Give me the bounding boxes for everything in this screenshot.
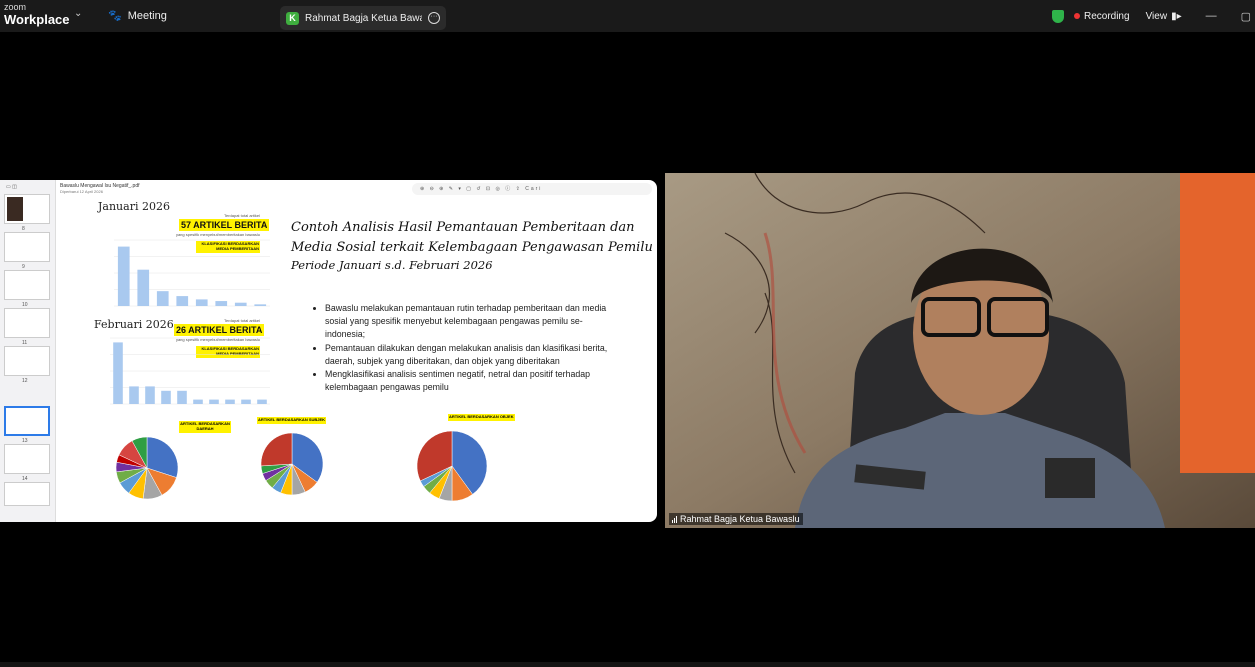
view-label: View [1145,10,1168,22]
thumbnail-page[interactable] [4,194,50,224]
feb-month-label: Februari 2026 [94,318,174,331]
chart-bar [161,390,171,404]
recording-dot-icon [1073,13,1080,19]
jan-total-note: Terdapat total artikel [223,213,260,218]
chart-bar [225,399,235,404]
chart-bar [156,291,169,306]
thumbnail-page[interactable] [4,232,50,262]
shared-screen: ▭ ◫ 8 9 10 11 12 13 14 Bawaslu Mengawal … [0,180,657,522]
chart-bar [117,246,130,306]
chart-bar [257,399,267,404]
bullet-item: Mengklasifikasi analisis sentimen negati… [325,368,621,394]
chart-bar [234,302,247,306]
participant-name: Rahmat Bagja Ketua Bawaslu [680,514,800,524]
pie-subjek [260,432,324,496]
pie-objek [416,430,488,502]
zoom-topbar: zoom Workplace ⌄ 🐾 Meeting K Rahmat Bagj… [0,0,1255,32]
thumbnail-page[interactable] [4,308,50,338]
chart-bar [177,390,187,404]
chart-bar [209,399,219,404]
pdf-toolbar[interactable]: ⊕ ⊖ ⊕ ✎ ▾ ▢ ↺ ⊡ ◎ ⓘ ⇪ Cari [412,183,652,195]
chart-bar [241,399,251,404]
participant-name-tag: Rahmat Bagja Ketua Bawaslu [669,513,803,525]
pie-daerah [115,436,179,500]
chart-bar [193,399,203,404]
chest-badge [1045,458,1095,498]
share-tab-badge: K [286,11,299,25]
slide-period: Periode Januari s.d. Februari 2026 [291,258,493,272]
thumbnail-page[interactable] [4,270,50,300]
bottom-bar [0,662,1255,667]
participant-video[interactable]: Rahmat Bagja Ketua Bawaslu [665,173,1255,528]
orange-banner [1180,173,1255,473]
restore-icon[interactable]: ▢ [1241,10,1251,23]
feb-bar-chart [110,337,270,405]
view-grid-icon: ▮▸ [1171,10,1182,22]
bullet-item: Bawaslu melakukan pemantauan rutin terha… [325,302,621,342]
recording-indicator[interactable]: Recording [1073,10,1130,22]
bullet-item: Pemantauan dilakukan dengan melakukan an… [325,342,621,368]
pie-label-subjek: ARTIKEL BERDASARKAN SUBJEK [257,417,327,424]
right-controls: Recording View ▮▸ — ▢ [1051,6,1255,26]
pdf-subtitle: Diperbarui 12 April 2026 [60,189,103,194]
minimize-icon[interactable]: — [1206,10,1217,22]
chart-bar [113,342,123,404]
meeting-label: Meeting [127,9,167,22]
pie-label-daerah: ARTIKEL BERDASARKAN DAERAH [179,421,231,433]
screen-share-tab[interactable]: K Rahmat Bagja Ketua Bawaslu's sc ··· [280,6,446,30]
jan-bar-chart [114,239,270,307]
thumbnail-page[interactable] [4,482,50,506]
slide-title-line1: Contoh Analisis Hasil Pemantauan Pemberi… [291,220,635,235]
more-icon[interactable]: ··· [428,12,440,24]
slide-title-line2: Media Sosial terkait Kelembagaan Pengawa… [291,240,653,256]
recording-label: Recording [1083,10,1130,22]
meeting-menu[interactable]: 🐾 Meeting [108,9,167,23]
thumbnail-number: 12 [22,378,28,384]
logo-small-text: zoom [4,2,27,12]
chart-bar [137,269,150,306]
pie-label-objek: ARTIKEL BERDASARKAN OBJEK [448,414,515,421]
share-tab-label: Rahmat Bagja Ketua Bawaslu's sc [305,12,422,24]
jan-article-count: 57 ARTIKEL BERITA [179,219,270,231]
thumbnail-header: ▭ ◫ [6,184,17,190]
thumbnail-page[interactable] [4,346,50,376]
pdf-thumbnail-sidebar: ▭ ◫ 8 9 10 11 12 13 14 [0,180,56,522]
chart-bar [176,296,189,306]
chart-bar [215,301,228,306]
view-button[interactable]: View ▮▸ [1146,11,1182,22]
slide-bullets: Bawaslu melakukan pemantauan rutin terha… [311,302,621,394]
security-shield-icon[interactable] [1051,9,1064,23]
chevron-down-icon[interactable]: ⌄ [74,8,82,19]
feb-total-note: Terdapat total artikel [223,318,260,323]
chart-bar [129,386,139,404]
logo-big-text: Workplace [4,12,70,27]
chart-bar [195,299,208,306]
pie-slice [260,432,293,467]
speaker-video-frame [665,173,1255,528]
zoom-workplace-logo[interactable]: zoom Workplace [4,2,70,27]
thumbnail-page[interactable] [4,444,50,474]
signal-icon [672,515,677,523]
chart-bar [254,304,267,306]
slide-content: Januari 2026 Terdapat total artikel 57 A… [60,196,657,522]
slide-title: Contoh Analisis Hasil Pemantauan Pemberi… [291,218,653,258]
chart-bar [145,386,155,404]
jan-month-label: Januari 2026 [98,200,170,213]
thumbnail-page-selected[interactable] [4,406,50,436]
paw-icon: 🐾 [108,10,122,22]
